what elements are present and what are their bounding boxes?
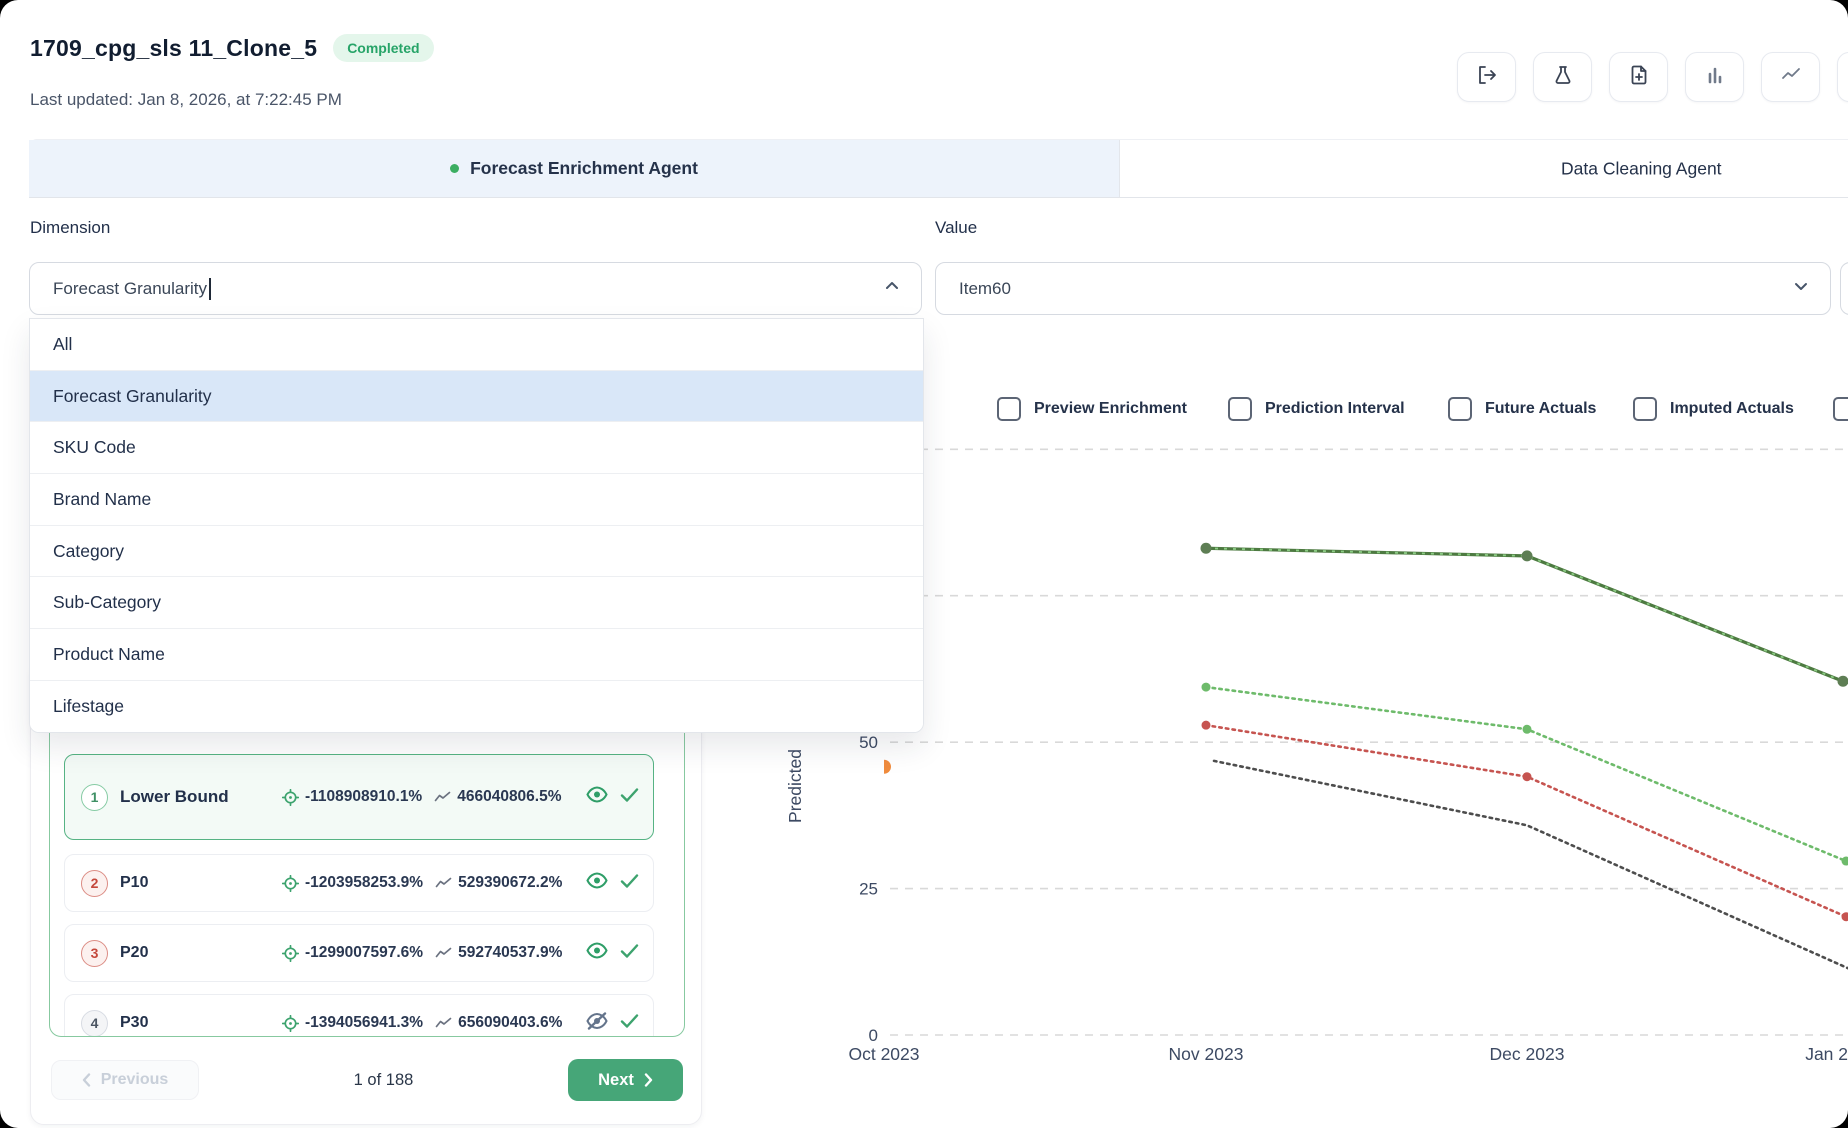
next-label: Next — [598, 1071, 634, 1090]
svg-text:Dec 2023: Dec 2023 — [1490, 1044, 1565, 1064]
checkbox-label: Prediction Interval — [1265, 400, 1405, 418]
trend-icon — [435, 946, 452, 960]
eye-icon[interactable] — [586, 876, 608, 893]
svg-text:0: 0 — [869, 1026, 878, 1045]
rank-badge: 4 — [81, 1010, 108, 1037]
check-icon — [620, 943, 639, 964]
dropdown-option[interactable]: Sub-Category — [30, 577, 923, 629]
metric-trend: 466040806.5% — [457, 788, 561, 806]
model-card[interactable]: 4 P30 -1394056941.3% 656090403.6% — [64, 994, 654, 1037]
checkbox-icon[interactable] — [1448, 397, 1472, 421]
rank-badge: 2 — [81, 870, 108, 897]
rank-badge: 1 — [81, 784, 108, 811]
eye-icon[interactable] — [586, 946, 608, 963]
dropdown-option[interactable]: Product Name — [30, 629, 923, 681]
model-name: Lower Bound — [120, 787, 270, 807]
checkbox-icon[interactable] — [1633, 397, 1657, 421]
svg-text:Predicted: Predicted — [785, 749, 805, 823]
model-card[interactable]: 3 P20 -1299007597.6% 592740537.9% — [64, 924, 654, 982]
target-icon — [282, 789, 299, 806]
metric-trend: 529390672.2% — [458, 874, 562, 892]
svg-text:25: 25 — [859, 880, 878, 899]
next-button[interactable]: Next — [568, 1059, 683, 1101]
checkbox-label: Preview Enrichment — [1034, 400, 1187, 418]
dimension-dropdown-menu: AllForecast GranularitySKU CodeBrand Nam… — [29, 318, 924, 733]
dropdown-option[interactable]: Brand Name — [30, 474, 923, 526]
chart-option[interactable]: Preview Enrichment — [997, 397, 1187, 421]
trend-icon — [435, 876, 452, 890]
previous-button[interactable]: Previous — [51, 1060, 199, 1100]
model-name: P20 — [120, 944, 270, 962]
metric-trend: 592740537.9% — [458, 944, 562, 962]
chart-option[interactable]: Imputed Actuals — [1633, 397, 1794, 421]
model-name: P10 — [120, 874, 270, 892]
model-card[interactable]: 2 P10 -1203958253.9% 529390672.2% — [64, 854, 654, 912]
svg-text:50: 50 — [859, 733, 878, 752]
checkbox-icon[interactable] — [1228, 397, 1252, 421]
pagination: Previous 1 of 188 Next — [51, 1059, 683, 1101]
dropdown-option[interactable]: Lifestage — [30, 681, 923, 732]
eye-icon[interactable] — [586, 790, 608, 807]
target-icon — [282, 875, 299, 892]
model-card[interactable]: 1 Lower Bound -1108908910.1% 466040806.5… — [64, 754, 654, 840]
metric-accuracy: -1203958253.9% — [305, 874, 423, 892]
eye-off-icon[interactable] — [586, 1017, 608, 1034]
app-window: 1007550250Oct 2023Nov 2023Dec 2023Jan 2P… — [0, 0, 1848, 1128]
chart-option[interactable]: Prediction Interval — [1228, 397, 1405, 421]
recommended-models-container: 1 Lower Bound -1108908910.1% 466040806.5… — [49, 701, 685, 1037]
target-icon — [282, 945, 299, 962]
dropdown-option[interactable]: SKU Code — [30, 422, 923, 474]
svg-text:Nov 2023: Nov 2023 — [1169, 1044, 1244, 1064]
chart-option[interactable] — [1833, 397, 1848, 421]
rank-badge: 3 — [81, 940, 108, 967]
metric-accuracy: -1394056941.3% — [305, 1014, 423, 1032]
trend-icon — [435, 1016, 452, 1030]
svg-text:Oct 2023: Oct 2023 — [848, 1044, 919, 1064]
dropdown-option[interactable]: All — [30, 319, 923, 371]
model-name: P30 — [120, 1014, 270, 1032]
previous-label: Previous — [101, 1071, 169, 1089]
checkbox-icon[interactable] — [997, 397, 1021, 421]
chart-option[interactable]: Future Actuals — [1448, 397, 1596, 421]
svg-text:Jan 2: Jan 2 — [1805, 1044, 1848, 1064]
check-icon — [620, 873, 639, 894]
trend-icon — [434, 790, 451, 804]
dropdown-option[interactable]: Forecast Granularity — [30, 371, 923, 423]
checkbox-label: Future Actuals — [1485, 400, 1596, 418]
check-icon — [620, 1013, 639, 1034]
checkbox-label: Imputed Actuals — [1670, 400, 1794, 418]
page-indicator: 1 of 188 — [199, 1071, 568, 1090]
metric-accuracy: -1299007597.6% — [305, 944, 423, 962]
metric-trend: 656090403.6% — [458, 1014, 562, 1032]
metric-accuracy: -1108908910.1% — [305, 788, 422, 806]
checkbox-icon[interactable] — [1833, 397, 1848, 421]
check-icon — [620, 787, 639, 808]
target-icon — [282, 1015, 299, 1032]
dropdown-option[interactable]: Category — [30, 526, 923, 578]
